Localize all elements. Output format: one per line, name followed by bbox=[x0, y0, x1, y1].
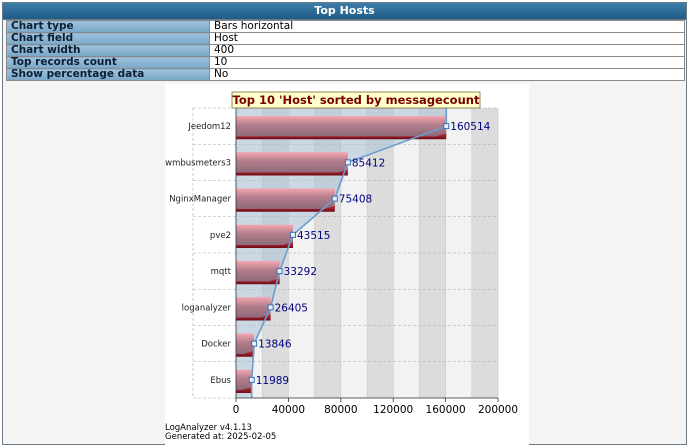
bar bbox=[236, 188, 335, 209]
category-label: wmbusmeters3 bbox=[165, 158, 231, 168]
data-label: 13846 bbox=[258, 339, 292, 351]
bar bbox=[236, 152, 348, 173]
bar-chart: 160514 85412 75408 43515 33292 26405 13846 1198… bbox=[165, 91, 518, 416]
data-point bbox=[331, 195, 338, 202]
x-tick-label: 200000 bbox=[478, 404, 518, 416]
chart-title: Top 10 'Host' sorted by messagecount bbox=[233, 93, 480, 107]
data-label: 26405 bbox=[275, 302, 308, 314]
data-label: 11989 bbox=[256, 375, 289, 387]
data-point bbox=[276, 268, 283, 275]
data-label: 85412 bbox=[352, 157, 385, 169]
category-label: pve2 bbox=[210, 231, 231, 241]
data-point bbox=[248, 376, 255, 383]
data-point bbox=[290, 231, 297, 238]
data-label: 43515 bbox=[297, 230, 330, 242]
category-label: mqtt bbox=[211, 267, 232, 277]
category-label: Jeedom12 bbox=[187, 122, 231, 132]
generated-date: Generated at: 2025-02-05 bbox=[165, 432, 277, 442]
x-tick-label: 160000 bbox=[426, 404, 466, 416]
bar bbox=[236, 115, 447, 137]
category-label: Docker bbox=[201, 340, 231, 350]
x-tick-label: 0 bbox=[233, 404, 240, 416]
x-tick-label: 40000 bbox=[272, 404, 305, 416]
bar bbox=[236, 224, 294, 246]
data-label: 75408 bbox=[339, 194, 372, 206]
data-label: 33292 bbox=[284, 266, 317, 278]
category-label: NginxManager bbox=[169, 195, 231, 205]
data-point bbox=[251, 340, 258, 347]
bar bbox=[236, 260, 280, 282]
data-point bbox=[344, 159, 351, 166]
category-label: loganalyzer bbox=[182, 303, 232, 313]
chart-footer: LogAnalyzer v4.1.13 Generated at: 2025-0… bbox=[165, 424, 276, 442]
data-point bbox=[443, 123, 450, 130]
x-tick-label: 120000 bbox=[373, 404, 413, 416]
data-point bbox=[267, 304, 274, 311]
x-tick-label: 80000 bbox=[324, 404, 357, 416]
category-label: Ebus bbox=[210, 376, 231, 386]
data-label: 160514 bbox=[450, 121, 490, 133]
bar bbox=[236, 297, 271, 318]
